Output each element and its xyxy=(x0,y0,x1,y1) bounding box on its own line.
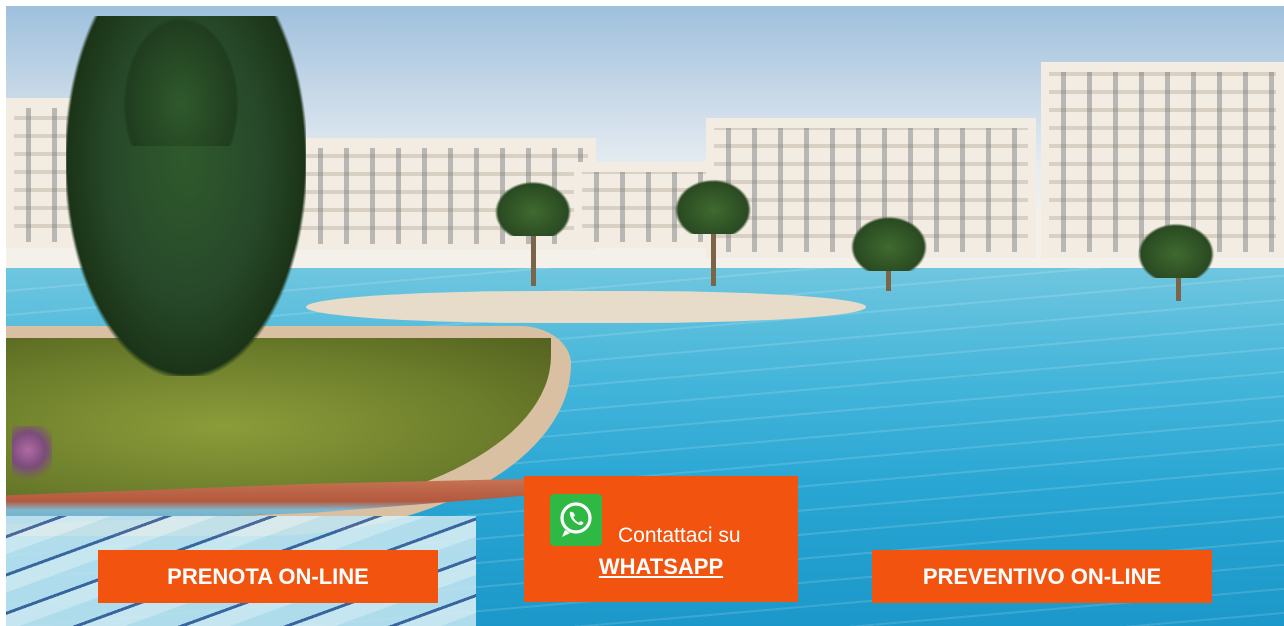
quote-online-label: PREVENTIVO ON-LINE xyxy=(922,563,1162,589)
flowers xyxy=(12,426,52,486)
pool-deck xyxy=(306,291,866,323)
whatsapp-icon xyxy=(550,494,602,546)
whatsapp-contact-button[interactable]: Contattaci su WHATSAPP xyxy=(524,476,798,602)
pine-tree-top xyxy=(116,6,246,146)
quote-online-button[interactable]: PREVENTIVO ON-LINE xyxy=(872,550,1212,603)
whatsapp-prefix-text: Contattaci su xyxy=(618,524,741,547)
book-online-label: PRENOTA ON-LINE xyxy=(167,563,369,589)
palm-tree xyxy=(1131,218,1221,278)
palm-tree xyxy=(668,174,758,234)
whatsapp-link[interactable]: WHATSAPP xyxy=(524,554,798,580)
palm-tree xyxy=(844,211,934,271)
palm-tree xyxy=(488,176,578,236)
book-online-button[interactable]: PRENOTA ON-LINE xyxy=(98,550,438,603)
